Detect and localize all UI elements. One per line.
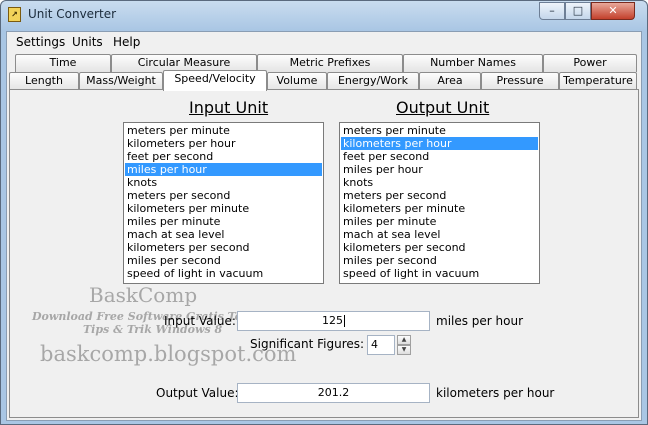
output-unit-suffix: kilometers per hour — [436, 386, 555, 400]
watermark-brand: BaskComp — [89, 283, 198, 307]
speed-velocity-panel: Input Unit Output Unit meters per minute… — [9, 89, 639, 418]
significant-figures-label: Significant Figures: — [250, 337, 365, 351]
menu-settings[interactable]: Settings — [16, 35, 65, 49]
tab-volume[interactable]: Volume — [267, 72, 327, 90]
list-item[interactable]: kilometers per hour — [125, 137, 322, 150]
menu-units[interactable]: Units — [72, 35, 103, 49]
list-item[interactable]: miles per hour — [125, 163, 322, 176]
tab-temperature[interactable]: Temperature — [559, 72, 637, 90]
stepper-up-icon[interactable]: ▲ — [397, 335, 411, 345]
title-bar[interactable]: ↗ Unit Converter – □ ✕ — [1, 1, 647, 29]
list-item[interactable]: mach at sea level — [125, 228, 322, 241]
tab-time[interactable]: Time — [15, 54, 111, 72]
list-item[interactable]: speed of light in vacuum — [341, 267, 538, 280]
significant-figures-field[interactable]: 4 — [367, 335, 395, 355]
list-item[interactable]: meters per minute — [341, 124, 538, 137]
output-value-field[interactable]: 201.2 — [237, 383, 430, 403]
list-item[interactable]: miles per minute — [341, 215, 538, 228]
list-item[interactable]: meters per minute — [125, 124, 322, 137]
list-item[interactable]: kilometers per minute — [125, 202, 322, 215]
stepper-down-icon[interactable]: ▼ — [397, 345, 411, 355]
tab-speed-velocity[interactable]: Speed/Velocity — [163, 70, 267, 91]
app-window: ↗ Unit Converter – □ ✕ Settings Units He… — [0, 0, 648, 425]
list-item[interactable]: mach at sea level — [341, 228, 538, 241]
minimize-button[interactable]: – — [539, 2, 565, 20]
input-value-field[interactable]: 125 — [237, 311, 430, 331]
list-item[interactable]: miles per second — [125, 254, 322, 267]
tab-metric-prefixes[interactable]: Metric Prefixes — [257, 54, 403, 72]
menu-bar: Settings Units Help — [7, 32, 641, 52]
tab-area[interactable]: Area — [419, 72, 481, 90]
tab-pressure[interactable]: Pressure — [481, 72, 559, 90]
close-button[interactable]: ✕ — [591, 2, 635, 20]
significant-figures-stepper: ▲ ▼ — [397, 335, 411, 355]
list-item[interactable]: meters per second — [341, 189, 538, 202]
tab-row-bottom: Length Mass/Weight Speed/Velocity Volume… — [9, 70, 639, 91]
tab-row-top: Time Circular Measure Metric Prefixes Nu… — [9, 54, 639, 72]
maximize-button[interactable]: □ — [565, 2, 591, 20]
list-item[interactable]: kilometers per second — [125, 241, 322, 254]
list-item[interactable]: kilometers per minute — [341, 202, 538, 215]
list-item[interactable]: kilometers per second — [341, 241, 538, 254]
tab-number-names[interactable]: Number Names — [403, 54, 543, 72]
window-title: Unit Converter — [28, 7, 117, 21]
text-caret — [344, 315, 345, 327]
output-value-label: Output Value: — [156, 386, 239, 400]
tab-energy-work[interactable]: Energy/Work — [327, 72, 419, 90]
input-value-label: Input Value: — [164, 314, 236, 328]
output-unit-heading: Output Unit — [396, 98, 490, 117]
tab-mass-weight[interactable]: Mass/Weight — [79, 72, 163, 90]
input-unit-listbox[interactable]: meters per minute kilometers per hour feet… — [123, 122, 324, 284]
input-value-text: 125 — [322, 314, 343, 327]
list-item[interactable]: feet per second — [125, 150, 322, 163]
list-item[interactable]: miles per hour — [341, 163, 538, 176]
tab-power[interactable]: Power — [543, 54, 637, 72]
tab-length[interactable]: Length — [9, 72, 79, 90]
list-item[interactable]: knots — [125, 176, 322, 189]
converter-app-icon: ↗ — [8, 7, 21, 22]
input-unit-heading: Input Unit — [189, 98, 269, 117]
input-unit-suffix: miles per hour — [436, 314, 524, 328]
list-item[interactable]: miles per minute — [125, 215, 322, 228]
list-item[interactable]: miles per second — [341, 254, 538, 267]
list-item[interactable]: speed of light in vacuum — [125, 267, 322, 280]
menu-help[interactable]: Help — [113, 35, 140, 49]
list-item[interactable]: kilometers per hour — [341, 137, 538, 150]
list-item[interactable]: knots — [341, 176, 538, 189]
client-area: Settings Units Help Time Circular Measur… — [6, 31, 642, 421]
output-unit-listbox[interactable]: meters per minute kilometers per hour feet… — [339, 122, 540, 284]
list-item[interactable]: meters per second — [125, 189, 322, 202]
list-item[interactable]: feet per second — [341, 150, 538, 163]
